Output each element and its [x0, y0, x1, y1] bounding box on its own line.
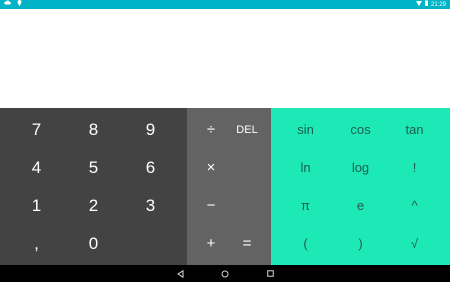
home-icon[interactable] [219, 268, 231, 279]
key-2[interactable]: 2 [65, 186, 122, 225]
key-1[interactable]: 1 [8, 186, 65, 225]
key-0[interactable]: 0 [65, 224, 122, 263]
key-9[interactable]: 9 [122, 110, 179, 149]
divide-button[interactable]: ÷ [195, 110, 227, 149]
tan-button[interactable]: tan [386, 110, 443, 149]
pi-button[interactable]: π [277, 186, 334, 225]
key-5[interactable]: 5 [65, 148, 122, 187]
key-8[interactable]: 8 [65, 110, 122, 149]
key-4[interactable]: 4 [8, 148, 65, 187]
equals-button[interactable]: = [231, 224, 263, 263]
recents-icon[interactable] [264, 268, 276, 279]
key-decimal[interactable]: , [8, 224, 65, 263]
operator-pad: ÷ DEL × − + = [187, 108, 271, 265]
power-button[interactable]: ^ [386, 186, 443, 225]
plus-button[interactable]: + [195, 224, 227, 263]
navigation-bar [0, 265, 450, 282]
advanced-pad: sin cos tan ln log ! π e ^ ( ) √ [271, 108, 450, 265]
e-button[interactable]: e [332, 186, 389, 225]
key-3[interactable]: 3 [122, 186, 179, 225]
multiply-button[interactable]: × [195, 148, 227, 187]
back-icon[interactable] [174, 268, 186, 279]
cos-button[interactable]: cos [332, 110, 389, 149]
sin-button[interactable]: sin [277, 110, 334, 149]
left-paren-button[interactable]: ( [277, 224, 334, 263]
factorial-button[interactable]: ! [386, 148, 443, 187]
right-paren-button[interactable]: ) [332, 224, 389, 263]
key-7[interactable]: 7 [8, 110, 65, 149]
calculator-display[interactable] [0, 9, 450, 108]
minus-button[interactable]: − [195, 186, 227, 225]
ln-button[interactable]: ln [277, 148, 334, 187]
number-pad: 7 8 9 4 5 6 1 2 3 , 0 [0, 108, 187, 265]
log-button[interactable]: log [332, 148, 389, 187]
key-6[interactable]: 6 [122, 148, 179, 187]
delete-button[interactable]: DEL [231, 110, 263, 149]
status-bar: 21:29 [0, 0, 450, 9]
sqrt-button[interactable]: √ [386, 224, 443, 263]
